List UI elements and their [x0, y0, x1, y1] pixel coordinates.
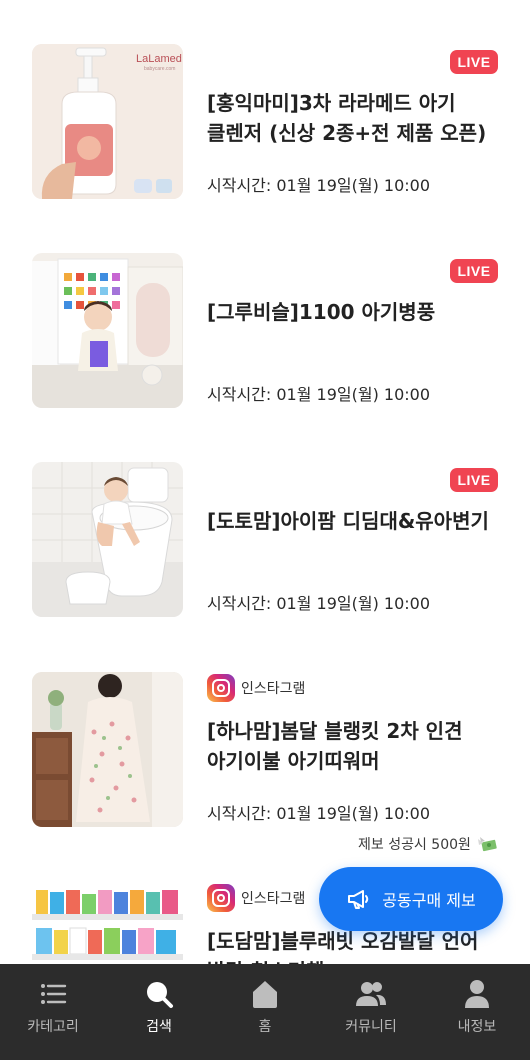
books-photo: [32, 882, 183, 964]
source-label: 인스타그램: [241, 891, 306, 907]
live-badge: LIVE: [450, 468, 498, 492]
product-thumbnail[interactable]: [32, 462, 183, 617]
group-buy-report-label: 공동구매 제보: [382, 891, 476, 910]
thumb-brand-text: LaLamed: [136, 53, 182, 65]
product-thumbnail[interactable]: [32, 253, 183, 408]
start-time: 시작시간: 01월 19일(월) 10:00: [207, 385, 431, 404]
feed-item-info: 인스타그램 [하나맘]봄달 블랭킷 2차 인견 아기이불 아기띠워머 시작시간:…: [207, 672, 500, 827]
tab-my-info[interactable]: 내정보: [424, 964, 530, 1060]
reward-text: 제보 성공시 500원: [358, 837, 471, 853]
product-thumbnail[interactable]: [32, 672, 183, 827]
baby-playmat-photo: [32, 253, 183, 408]
start-time: 시작시간: 01월 19일(월) 10:00: [207, 176, 431, 195]
blanket-photo: [32, 672, 183, 827]
source-tag: 인스타그램: [207, 884, 305, 912]
people-icon: [356, 982, 386, 1006]
feed-item-info: LIVE [도토맘]아이팜 디딤대&유아변기 시작시간: 01월 19일(월) …: [207, 462, 500, 617]
feed-list: LaLamed babycare.com LIVE [홍익마미]3차 라라메드 …: [0, 0, 530, 964]
report-reward-note: 제보 성공시 500원: [358, 834, 499, 854]
feed-item-title[interactable]: [도토맘]아이팜 디딤대&유아변기: [207, 506, 499, 536]
search-icon: [147, 982, 173, 1008]
tab-label: 커뮤니티: [345, 1019, 397, 1035]
feed-item[interactable]: LIVE [그루비슬]1100 아기병풍 시작시간: 01월 19일(월) 10…: [0, 253, 530, 413]
instagram-icon: [207, 884, 235, 912]
megaphone-icon: [348, 890, 369, 909]
feed-item-title[interactable]: [하나맘]봄달 블랭킷 2차 인견 아기이불 아기띠워머: [207, 716, 499, 776]
product-thumbnail[interactable]: [32, 882, 183, 964]
tab-label: 검색: [146, 1019, 172, 1035]
home-icon: [253, 981, 277, 1008]
person-icon: [465, 980, 489, 1008]
product-thumbnail[interactable]: LaLamed babycare.com: [32, 44, 183, 199]
tab-home[interactable]: 홈: [212, 964, 318, 1060]
potty-step-photo: [32, 462, 183, 617]
feed-item-title[interactable]: [그루비슬]1100 아기병풍: [207, 297, 499, 327]
tab-search[interactable]: 검색: [106, 964, 212, 1060]
start-time: 시작시간: 01월 19일(월) 10:00: [207, 804, 431, 823]
live-badge: LIVE: [450, 259, 498, 283]
instagram-icon: [207, 674, 235, 702]
money-with-wings-icon: [477, 837, 497, 852]
start-time: 시작시간: 01월 19일(월) 10:00: [207, 594, 431, 613]
list-icon: [41, 984, 67, 1004]
tab-community[interactable]: 커뮤니티: [318, 964, 424, 1060]
feed-item-title[interactable]: [홍익마미]3차 라라메드 아기 클렌저 (신상 2종+전 제품 오픈): [207, 88, 499, 148]
tab-label: 내정보: [457, 1019, 497, 1035]
tab-label: 홈: [258, 1019, 272, 1035]
feed-item-info: LIVE [그루비슬]1100 아기병풍 시작시간: 01월 19일(월) 10…: [207, 253, 500, 408]
group-buy-report-button[interactable]: 공동구매 제보: [319, 867, 503, 931]
feed-item[interactable]: LIVE [도토맘]아이팜 디딤대&유아변기 시작시간: 01월 19일(월) …: [0, 462, 530, 622]
source-label: 인스타그램: [241, 681, 306, 697]
feed-item[interactable]: 인스타그램 [하나맘]봄달 블랭킷 2차 인견 아기이불 아기띠워머 시작시간:…: [0, 672, 530, 832]
bottom-tab-bar: 카테고리 검색 홈 커뮤니티 내정보: [0, 964, 530, 1060]
feed-item[interactable]: LaLamed babycare.com LIVE [홍익마미]3차 라라메드 …: [0, 44, 530, 204]
thumb-brand-subtext: babycare.com: [144, 66, 175, 72]
tab-label: 카테고리: [27, 1019, 79, 1035]
feed-item-info: LIVE [홍익마미]3차 라라메드 아기 클렌저 (신상 2종+전 제품 오픈…: [207, 44, 500, 199]
feed-item-title[interactable]: [도담맘]블루래빗 오감발달 언어 발달 첫소리책: [207, 926, 499, 964]
cleanser-photo: LaLamed babycare.com: [32, 44, 183, 199]
tab-category[interactable]: 카테고리: [0, 964, 106, 1060]
live-badge: LIVE: [450, 50, 498, 74]
source-tag: 인스타그램: [207, 674, 305, 702]
